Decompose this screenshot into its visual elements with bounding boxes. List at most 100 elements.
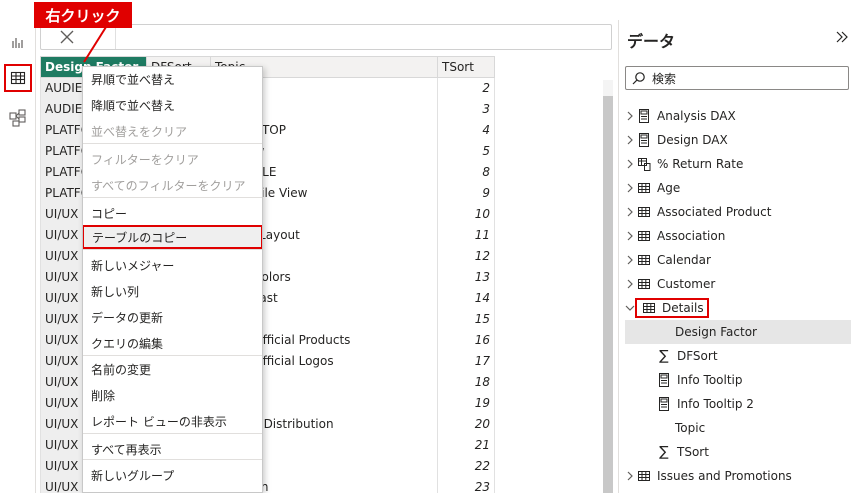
context-menu-item[interactable]: 削除 bbox=[83, 383, 262, 407]
field-node[interactable]: Info Tooltip bbox=[625, 368, 743, 392]
chevron-right-icon[interactable] bbox=[625, 111, 635, 121]
view-rail bbox=[0, 20, 36, 493]
table-cell[interactable]: 23 bbox=[437, 476, 495, 493]
chevron-right-icon[interactable] bbox=[625, 159, 635, 169]
table-node[interactable]: Age bbox=[625, 176, 680, 200]
table-cell[interactable]: 18 bbox=[437, 371, 495, 393]
chevron-right-icon[interactable] bbox=[625, 471, 635, 481]
table-node-label: Details bbox=[662, 301, 704, 315]
table-cell[interactable]: 8 bbox=[437, 161, 495, 183]
table-cell[interactable]: 12 bbox=[437, 245, 495, 267]
chevron-right-icon[interactable] bbox=[625, 135, 635, 145]
table-node-content: Age bbox=[635, 181, 680, 195]
table-node[interactable]: Customer bbox=[625, 272, 715, 296]
chevron-down-icon[interactable] bbox=[625, 303, 635, 313]
menu-separator bbox=[83, 249, 262, 250]
table-node-label: Calendar bbox=[657, 253, 711, 267]
field-node[interactable]: Topic bbox=[625, 416, 705, 440]
table-cell[interactable]: 3 bbox=[437, 98, 495, 120]
context-menu-item: 並べ替えをクリア bbox=[91, 124, 188, 139]
table-node[interactable]: Associated Product bbox=[625, 200, 771, 224]
table-cell[interactable]: 4 bbox=[437, 119, 495, 141]
table-cell[interactable]: 11 bbox=[437, 224, 495, 246]
field-label: Info Tooltip 2 bbox=[677, 397, 754, 411]
scrollbar-thumb[interactable] bbox=[603, 96, 613, 493]
table-node[interactable]: Issues and Promotions bbox=[625, 464, 792, 488]
table-node-content: Association bbox=[635, 229, 725, 243]
search-input[interactable]: 検索 bbox=[625, 66, 849, 90]
table-icon bbox=[638, 471, 650, 481]
sigma-icon: ∑ bbox=[659, 444, 669, 460]
context-menu-item[interactable]: 新しいグループ bbox=[83, 463, 262, 487]
context-menu-item[interactable]: レポート ビューの非表示 bbox=[83, 409, 262, 433]
table-cell[interactable]: 22 bbox=[437, 455, 495, 477]
field-node[interactable]: Info Tooltip 2 bbox=[625, 392, 754, 416]
context-menu-item[interactable]: コピー bbox=[83, 201, 262, 225]
table-node-label: Design DAX bbox=[657, 133, 728, 147]
context-menu-item[interactable]: 降順で並べ替え bbox=[83, 93, 262, 117]
calculator-icon bbox=[659, 397, 669, 411]
chevron-right-icon[interactable] bbox=[625, 183, 635, 193]
table-cell[interactable]: 14 bbox=[437, 287, 495, 309]
table-node-content: % Return Rate bbox=[635, 157, 743, 171]
context-menu-item[interactable]: すべて再表示 bbox=[83, 437, 262, 461]
field-node[interactable]: ∑ DFSort bbox=[625, 344, 718, 368]
field-node[interactable]: ∑ TSort bbox=[625, 440, 709, 464]
search-placeholder: 検索 bbox=[652, 71, 677, 86]
table-node-content: Associated Product bbox=[635, 205, 771, 219]
field-node[interactable]: Design Factor bbox=[625, 320, 851, 344]
table-cell[interactable]: 16 bbox=[437, 329, 495, 351]
table-node-label: Association bbox=[657, 229, 726, 243]
chevron-right-icon[interactable] bbox=[625, 231, 635, 241]
table-cell[interactable]: 21 bbox=[437, 434, 495, 456]
model-view-icon[interactable] bbox=[4, 104, 32, 132]
menu-separator bbox=[83, 355, 262, 356]
calculator-icon bbox=[639, 133, 649, 147]
table-cell[interactable]: 20 bbox=[437, 413, 495, 435]
table-cell[interactable]: 5 bbox=[437, 140, 495, 162]
context-menu-item[interactable]: クエリの編集 bbox=[83, 331, 262, 355]
table-node[interactable]: Design DAX bbox=[625, 128, 728, 152]
table-icon bbox=[638, 183, 650, 193]
table-cell[interactable]: 19 bbox=[437, 392, 495, 414]
collapse-panel-icon[interactable] bbox=[835, 30, 851, 46]
table-icon bbox=[643, 303, 655, 313]
menu-separator bbox=[83, 433, 262, 434]
table-node[interactable]: Calendar bbox=[625, 248, 711, 272]
chevron-right-icon[interactable] bbox=[625, 279, 635, 289]
field-label: DFSort bbox=[677, 349, 718, 363]
context-menu-item[interactable]: 名前の変更 bbox=[83, 357, 262, 381]
table-node-content: Calendar bbox=[635, 253, 711, 267]
chevron-right-icon[interactable] bbox=[625, 207, 635, 217]
context-menu-item[interactable]: データの更新 bbox=[83, 305, 262, 329]
search-icon bbox=[632, 72, 645, 85]
table-node-content: Customer bbox=[635, 277, 715, 291]
table-cell[interactable]: 9 bbox=[437, 182, 495, 204]
table-node[interactable]: Analysis DAX bbox=[625, 104, 736, 128]
table-cell[interactable]: 2 bbox=[437, 77, 495, 99]
table-cell[interactable]: 15 bbox=[437, 308, 495, 330]
chevron-right-icon[interactable] bbox=[625, 255, 635, 265]
table-icon bbox=[638, 255, 650, 265]
context-menu-item[interactable]: 新しい列 bbox=[83, 279, 262, 303]
field-label: Info Tooltip bbox=[677, 373, 743, 387]
table-node-content: Analysis DAX bbox=[635, 109, 736, 123]
table-cell[interactable]: 17 bbox=[437, 350, 495, 372]
table-node[interactable]: Details bbox=[625, 296, 709, 320]
table-node[interactable]: Association bbox=[625, 224, 725, 248]
calculator-icon bbox=[639, 109, 649, 123]
panel-title: データ bbox=[627, 32, 676, 51]
table-node-label: % Return Rate bbox=[657, 157, 744, 171]
column-header-tsort[interactable]: TSort bbox=[437, 56, 495, 78]
context-menu-item[interactable]: 新しいメジャー bbox=[83, 253, 262, 277]
table-cell[interactable]: 13 bbox=[437, 266, 495, 288]
table-node[interactable]: % Return Rate bbox=[625, 152, 743, 176]
field-label: TSort bbox=[677, 445, 709, 459]
context-menu-item[interactable]: 昇順で並べ替え bbox=[83, 67, 262, 91]
context-menu-item[interactable]: テーブルのコピー bbox=[83, 225, 262, 249]
table-cell[interactable]: 10 bbox=[437, 203, 495, 225]
sigma-icon: ∑ bbox=[659, 348, 669, 364]
calc-table-icon bbox=[638, 158, 651, 171]
right-click-callout: 右クリック bbox=[34, 2, 132, 28]
calculator-icon bbox=[659, 373, 669, 387]
